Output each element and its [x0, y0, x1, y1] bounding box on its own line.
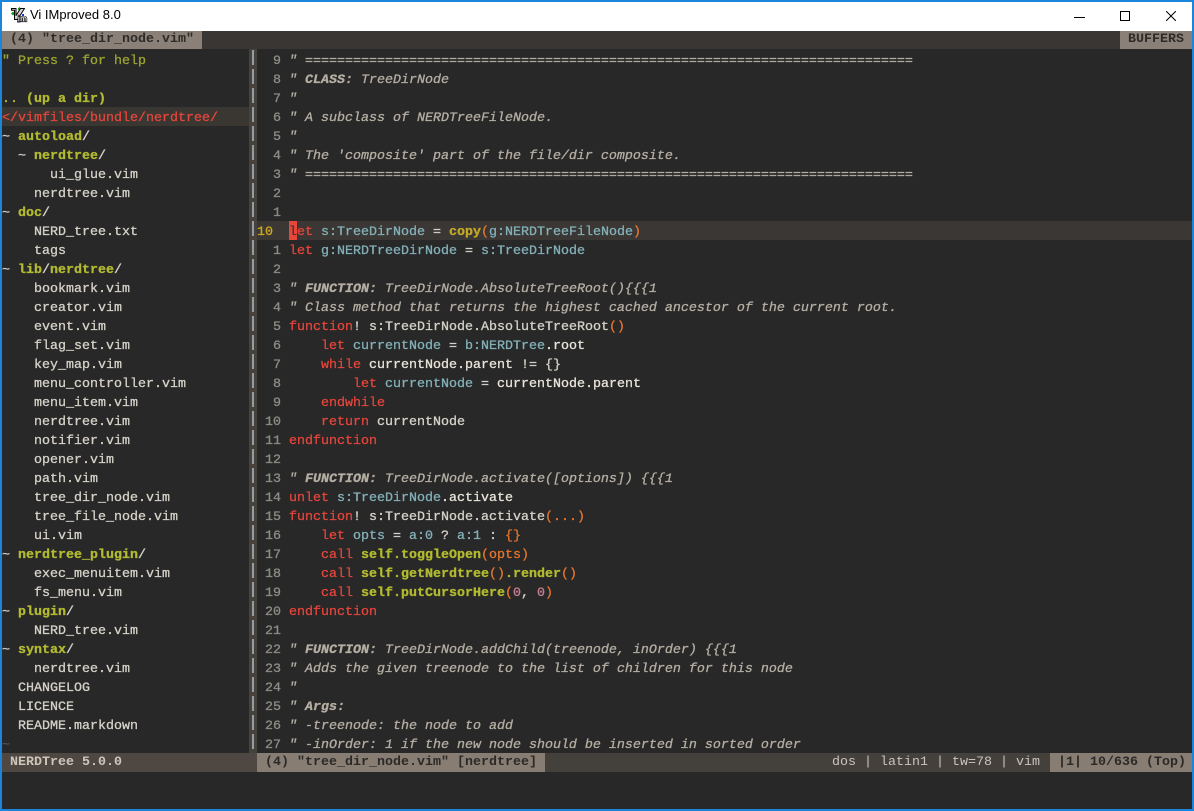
svg-text:im: im — [18, 15, 27, 24]
